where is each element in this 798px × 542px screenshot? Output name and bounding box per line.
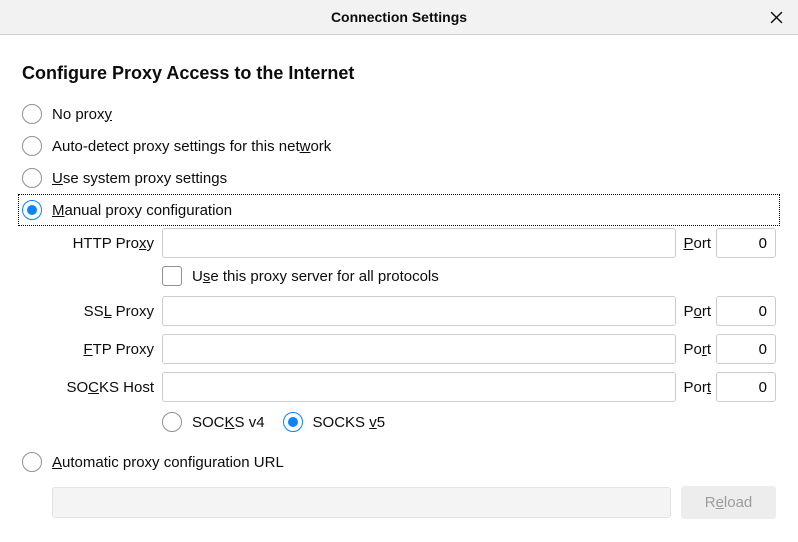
radio-icon <box>283 412 303 432</box>
radio-icon <box>22 452 42 472</box>
socks-port-label: Port <box>676 379 716 396</box>
close-button[interactable] <box>764 5 788 29</box>
radio-icon <box>22 168 42 188</box>
radio-manual-proxy-label: Manual proxy configuration <box>52 202 232 219</box>
socks-v5-label: SOCKS v5 <box>313 414 386 431</box>
radio-use-system[interactable]: Use system proxy settings <box>22 162 776 194</box>
socks-port-input[interactable] <box>716 372 776 402</box>
radio-auto-detect[interactable]: Auto-detect proxy settings for this netw… <box>22 130 776 162</box>
section-heading: Configure Proxy Access to the Internet <box>22 63 776 84</box>
ssl-proxy-input[interactable] <box>162 296 676 326</box>
http-port-input[interactable] <box>716 228 776 258</box>
row-socks-host: SOCKS Host Port <box>52 372 776 402</box>
ftp-proxy-label: FTP Proxy <box>52 341 162 358</box>
http-proxy-input[interactable] <box>162 228 676 258</box>
checkbox-use-all-label: Use this proxy server for all protocols <box>192 268 439 285</box>
auto-url-input <box>52 487 671 518</box>
http-proxy-label: HTTP Proxy <box>52 235 162 252</box>
radio-no-proxy[interactable]: No proxy <box>22 98 776 130</box>
dialog-title: Connection Settings <box>331 9 467 25</box>
ftp-proxy-input[interactable] <box>162 334 676 364</box>
manual-proxy-block: HTTP Proxy Port Use this proxy server fo… <box>22 228 776 432</box>
checkbox-icon <box>162 266 182 286</box>
radio-icon <box>22 104 42 124</box>
ssl-port-input[interactable] <box>716 296 776 326</box>
socks-host-label: SOCKS Host <box>52 379 162 396</box>
radio-auto-url-label: Automatic proxy configuration URL <box>52 454 284 471</box>
row-http-proxy: HTTP Proxy Port <box>52 228 776 258</box>
http-port-label: Port <box>676 235 716 252</box>
ftp-port-label: Port <box>676 341 716 358</box>
socks-v4-label: SOCKS v4 <box>192 414 265 431</box>
radio-auto-detect-label: Auto-detect proxy settings for this netw… <box>52 138 331 155</box>
close-icon <box>770 11 783 24</box>
dialog-content: Configure Proxy Access to the Internet N… <box>0 35 798 519</box>
row-socks-version: SOCKS v4 SOCKS v5 <box>162 410 776 432</box>
ssl-proxy-label: SSL Proxy <box>52 303 162 320</box>
radio-socks-v4[interactable]: SOCKS v4 <box>162 412 265 432</box>
radio-socks-v5[interactable]: SOCKS v5 <box>283 412 386 432</box>
radio-auto-url[interactable]: Automatic proxy configuration URL <box>22 446 776 478</box>
ssl-port-label: Port <box>676 303 716 320</box>
radio-icon <box>22 200 42 220</box>
radio-icon <box>22 136 42 156</box>
radio-icon <box>162 412 182 432</box>
reload-button: Reload <box>681 486 776 519</box>
radio-use-system-label: Use system proxy settings <box>52 170 227 187</box>
ftp-port-input[interactable] <box>716 334 776 364</box>
checkbox-use-all-protocols[interactable]: Use this proxy server for all protocols <box>162 266 776 286</box>
row-ssl-proxy: SSL Proxy Port <box>52 296 776 326</box>
radio-no-proxy-label: No proxy <box>52 106 112 123</box>
row-ftp-proxy: FTP Proxy Port <box>52 334 776 364</box>
socks-host-input[interactable] <box>162 372 676 402</box>
titlebar: Connection Settings <box>0 0 798 35</box>
auto-url-block: Reload <box>22 486 776 519</box>
radio-manual-proxy[interactable]: Manual proxy configuration <box>18 194 780 226</box>
